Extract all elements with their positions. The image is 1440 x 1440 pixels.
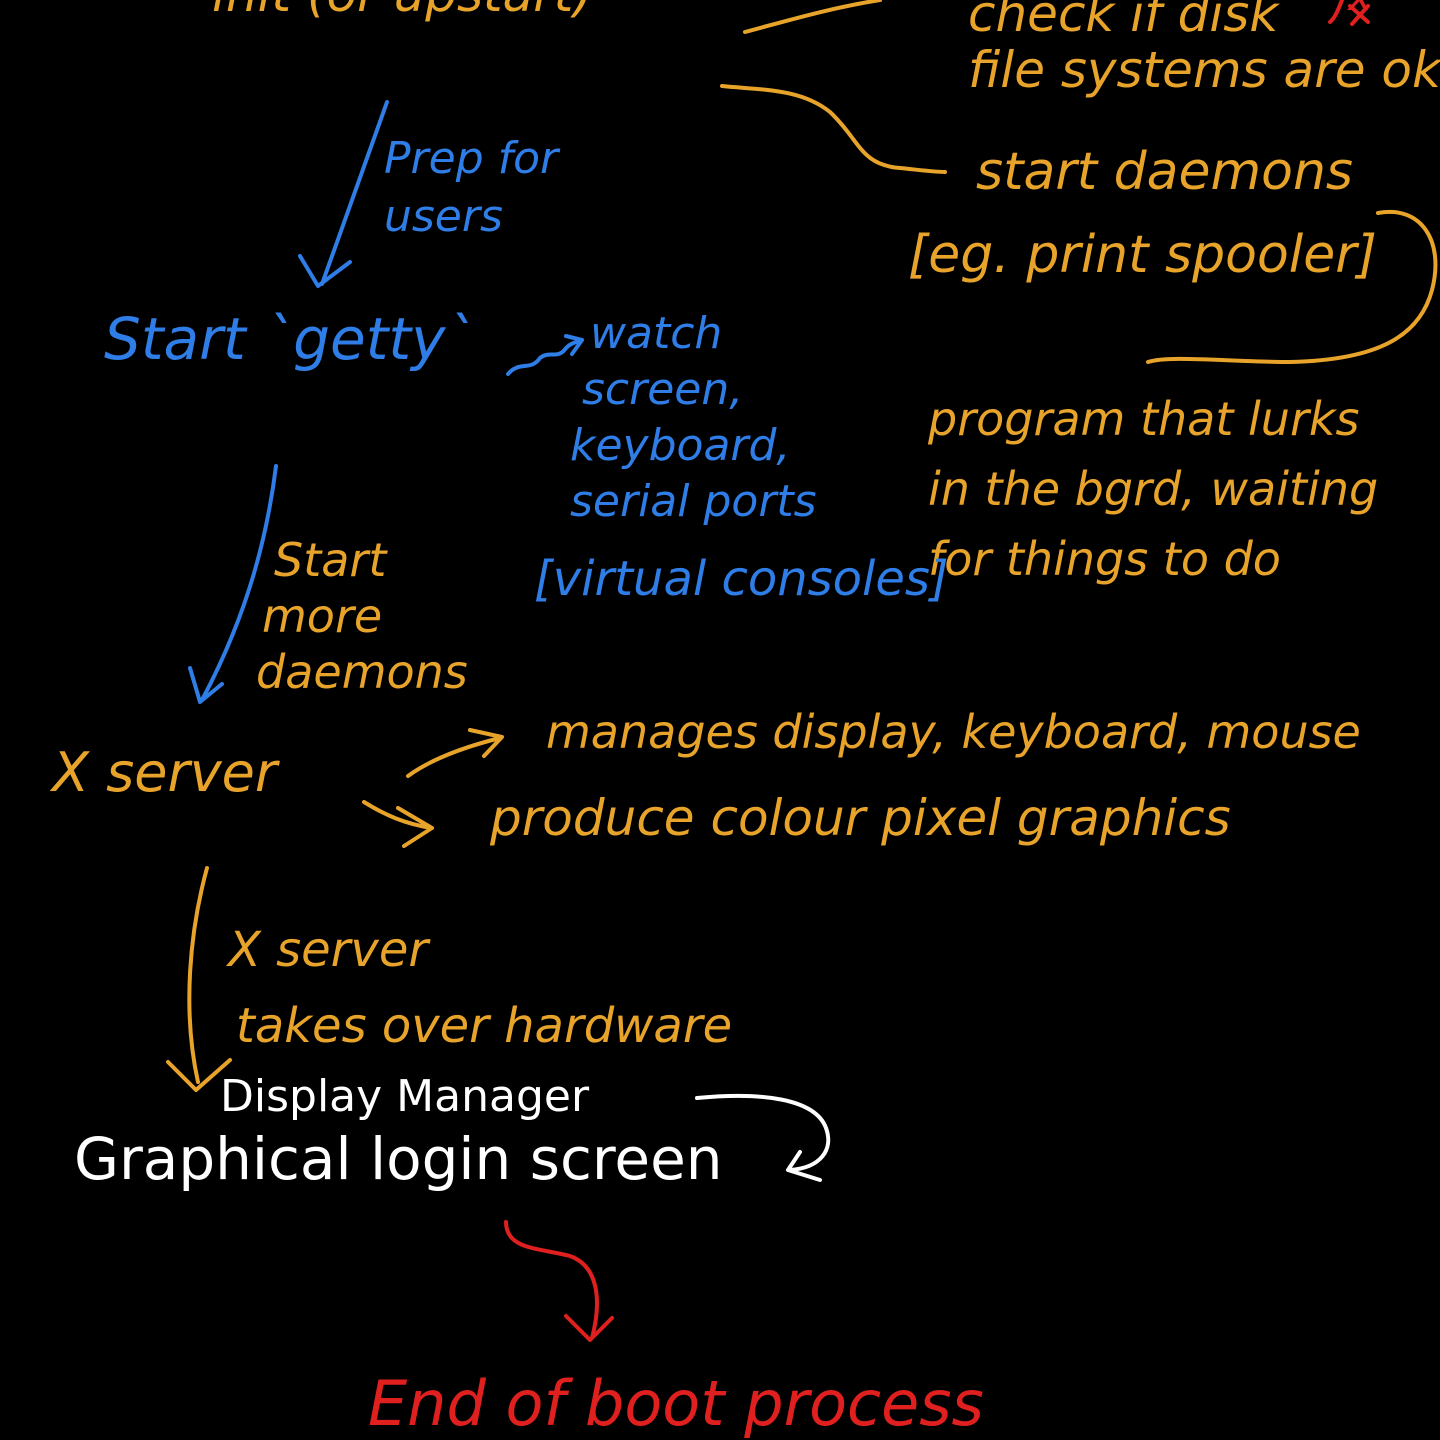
virtual-consoles-label: [virtual consoles] [534, 551, 949, 607]
x-server-label: X server [52, 741, 278, 804]
graphical-login-screen-label: Graphical login screen [74, 1125, 723, 1193]
check-disks-text: check if disk file systems are ok [968, 0, 1440, 98]
arrow-getty-to-watch [506, 334, 584, 376]
connector-init-to-daemons [720, 84, 947, 174]
takeover-line-1: X server [228, 922, 429, 978]
daemon-definition-line-1: program that lurks [928, 392, 1360, 446]
getty-watch-text: watch screen, keyboard, serial ports [570, 306, 817, 530]
whiteboard-canvas: init (or upstart) x check if disk file s… [0, 0, 1440, 1440]
arrow-login-to-end [504, 1220, 614, 1342]
prep-line-1: Prep for [384, 133, 559, 184]
arrow-prep-for-users [298, 100, 389, 288]
x-server-produces-text: produce colour pixel graphics [490, 789, 1231, 847]
prep-for-users-label: Prep for users [384, 130, 558, 246]
watch-line-2: screen, [582, 364, 744, 415]
watch-line-1: watch [590, 308, 723, 359]
end-of-boot-label: End of boot process [368, 1367, 984, 1440]
daemon-definition-text: program that lurks in the bgrd, waiting … [928, 384, 1378, 594]
daemon-definition-line-3: for things to do [928, 532, 1281, 586]
start-getty-label: Start `getty` [104, 305, 475, 373]
connector-init-to-check [743, 0, 882, 34]
check-disks-line-2: file systems are ok [968, 41, 1440, 99]
display-manager-label: Display Manager [220, 1071, 590, 1122]
watch-line-4: serial ports [570, 476, 817, 527]
arrow-takes-over-hardware [166, 866, 232, 1092]
daemon-definition-line-2: in the bgrd, waiting [928, 462, 1379, 516]
takeover-line-2: takes over hardware [236, 998, 733, 1054]
x-server-manages-text: manages display, keyboard, mouse [546, 705, 1361, 759]
arrow-xserver-to-manages [406, 728, 504, 778]
start-more-daemons-label: Start more daemons [256, 532, 468, 700]
start-daemons-text: start daemons [976, 144, 1353, 200]
more-daemons-line-2: more [262, 589, 383, 643]
takes-over-hardware-label: X server takes over hardware [228, 912, 732, 1064]
prep-line-2: users [384, 191, 503, 242]
check-disks-line-1: check if disk [968, 0, 1279, 43]
more-daemons-line-1: Start [274, 533, 387, 587]
watch-line-3: keyboard, [570, 420, 791, 471]
init-label: init (or upstart) [212, 0, 593, 24]
start-daemons-line-1: start daemons [976, 142, 1354, 202]
arrow-xserver-to-produce [362, 800, 434, 848]
more-daemons-line-3: daemons [256, 645, 468, 699]
print-spooler-example: [eg. print spooler] [908, 225, 1377, 285]
